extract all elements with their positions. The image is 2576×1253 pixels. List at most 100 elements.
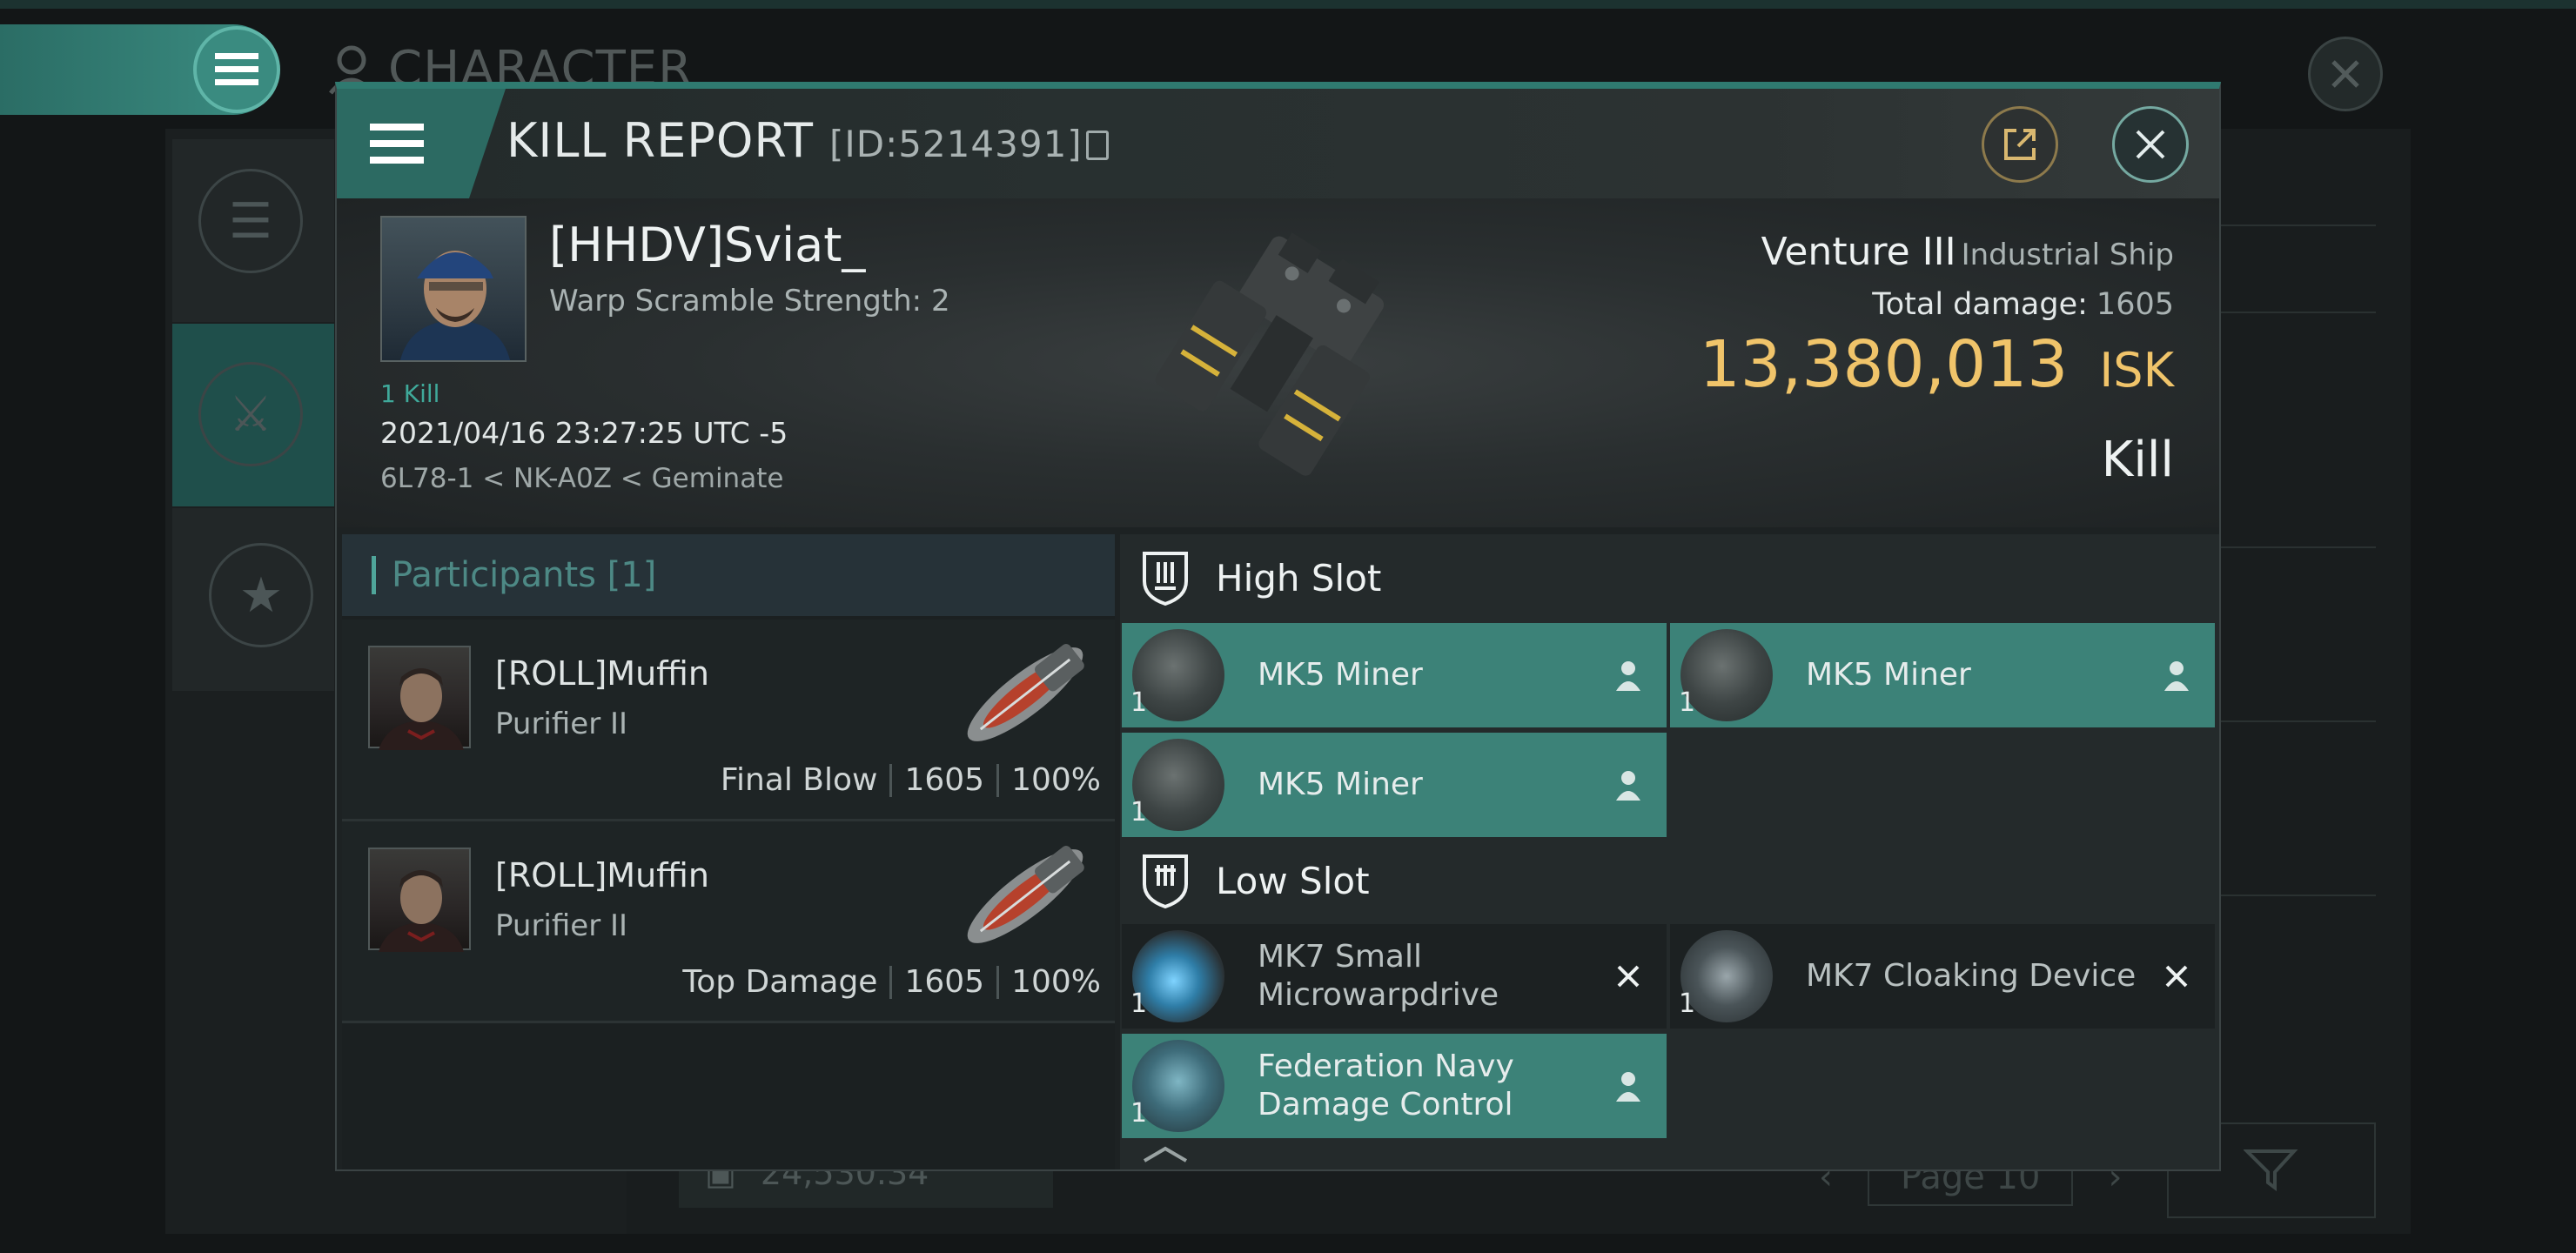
- high-slot-label: High Slot: [1216, 556, 1382, 600]
- filter-icon: [2244, 1149, 2298, 1191]
- close-icon: [2331, 60, 2359, 88]
- module-name-line: MK7 Cloaking Device: [1806, 958, 2137, 994]
- participant-ship-image: [951, 630, 1099, 759]
- kill-location[interactable]: 6L78-1 < NK-A0Z < Geminate: [380, 463, 783, 494]
- miner-module-icon: 1: [1130, 739, 1224, 831]
- participant-portrait[interactable]: [368, 848, 471, 952]
- person-icon: [1602, 1060, 1654, 1112]
- bg-close-button[interactable]: [2308, 37, 2383, 111]
- slot-shield-icon: [1141, 853, 1190, 909]
- module-name-line: Microwarpdrive: [1258, 977, 1499, 1013]
- fitting-item[interactable]: 1 MK5 Miner: [1670, 623, 2215, 727]
- dialog-title: KILL REPORT [ID:5214391]: [506, 113, 1109, 168]
- close-button[interactable]: [2112, 106, 2189, 183]
- participant-row[interactable]: [ROLL]Muffin Purifier II Top Damage 1605: [342, 821, 1115, 1023]
- header-accent-bar: [372, 556, 376, 594]
- miner-module-icon: 1: [1130, 629, 1224, 721]
- fitting-item[interactable]: 1 Federation Navy Damage Control: [1122, 1034, 1667, 1138]
- isk-value: 13,380,013: [1699, 327, 2069, 402]
- participant-stats: Top Damage 1605 100%: [682, 964, 1101, 1000]
- module-quantity: 1: [1130, 1098, 1148, 1129]
- participant-ship: Purifier II: [495, 908, 628, 943]
- participant-percent: 100%: [1011, 762, 1101, 798]
- pilot-portrait-image: [379, 870, 464, 952]
- fitting-item[interactable]: 1 MK5 Miner: [1122, 733, 1667, 837]
- participant-damage: 1605: [904, 964, 985, 1000]
- total-damage: Total damage: 1605: [1872, 287, 2174, 322]
- ship-name[interactable]: Venture III: [1761, 230, 1956, 274]
- close-icon: [2136, 130, 2165, 159]
- share-icon: [2004, 129, 2036, 160]
- module-quantity: 1: [1679, 988, 1696, 1019]
- person-icon: [1602, 759, 1654, 811]
- module-name: MK7 Small Microwarpdrive: [1258, 938, 1602, 1015]
- dialog-title-text: KILL REPORT: [506, 113, 814, 168]
- module-quantity: 1: [1130, 687, 1148, 718]
- hamburger-icon: [370, 124, 424, 164]
- victim-kill-count: 1 Kill: [380, 379, 440, 408]
- bg-sidebar-item-menu[interactable]: ☰: [172, 139, 334, 322]
- kill-summary: [HHDV]Sviat_ Warp Scramble Strength: 2 1…: [337, 198, 2219, 527]
- participants-header: Participants [1]: [342, 534, 1115, 616]
- participant-row[interactable]: [ROLL]Muffin Purifier II Final Blow 1605: [342, 620, 1115, 821]
- kill-id-text: [ID:5214391]: [828, 123, 1083, 165]
- participant-ship: Purifier II: [495, 707, 628, 741]
- module-name-line: Damage Control: [1258, 1087, 1513, 1122]
- person-icon: [2150, 649, 2203, 701]
- victim-name[interactable]: [HHDV]Sviat_: [549, 218, 865, 272]
- participants-panel: Participants [1] [ROLL]Muffin Purifier I…: [342, 534, 1115, 1169]
- fitting-item[interactable]: 1 MK7 Cloaking Device: [1670, 924, 2215, 1029]
- module-name: MK5 Miner: [1258, 657, 1423, 693]
- venture-ship-image: [1155, 232, 1385, 476]
- module-name: MK5 Miner: [1806, 657, 1971, 693]
- stat-separator: [889, 763, 893, 797]
- participant-portrait[interactable]: [368, 646, 471, 750]
- x-icon: [2150, 950, 2203, 1002]
- participant-ship-image: [951, 832, 1099, 961]
- victim-ship-image: [1107, 198, 1472, 520]
- top-accent-line: [0, 0, 2576, 9]
- module-quantity: 1: [1130, 988, 1148, 1019]
- participant-role: Top Damage: [682, 964, 878, 1000]
- victim-portrait[interactable]: [380, 216, 527, 362]
- module-quantity: 1: [1130, 797, 1148, 828]
- stat-separator: [889, 965, 893, 999]
- share-button[interactable]: [1982, 106, 2058, 183]
- kill-result: Kill: [2101, 432, 2174, 488]
- module-name: Federation Navy Damage Control: [1258, 1048, 1602, 1124]
- low-slot-label: Low Slot: [1216, 859, 1370, 902]
- next-slot-header-icon: [1141, 1143, 1190, 1169]
- pilot-portrait-image: [400, 251, 510, 360]
- bg-sidebar-item-combat[interactable]: ⚔: [172, 324, 334, 506]
- fitting-item[interactable]: 1 MK5 Miner: [1122, 623, 1667, 727]
- participant-name[interactable]: [ROLL]Muffin: [495, 654, 709, 693]
- total-damage-label: Total damage:: [1872, 287, 2088, 322]
- participant-damage: 1605: [904, 762, 985, 798]
- ship-class: Industrial Ship: [1961, 238, 2174, 272]
- total-damage-value: 1605: [2096, 287, 2174, 322]
- module-name-line: MK7 Small: [1258, 939, 1422, 975]
- module-name: MK5 Miner: [1258, 767, 1423, 802]
- bg-sidebar-item-rank[interactable]: ★: [172, 508, 334, 691]
- kill-report-dialog: KILL REPORT [ID:5214391] [HHDV]Sviat_ Wa…: [335, 82, 2221, 1171]
- copy-icon[interactable]: [1085, 131, 1109, 160]
- stat-separator: [996, 763, 1000, 797]
- module-quantity: 1: [1679, 687, 1696, 718]
- stat-separator: [996, 965, 1000, 999]
- participant-stats: Final Blow 1605 100%: [721, 762, 1101, 798]
- isk-value-row: 13,380,013 ISK: [1700, 327, 2174, 402]
- kill-datetime: 2021/04/16 23:27:25 UTC -5: [380, 416, 788, 450]
- miner-module-icon: 1: [1679, 629, 1773, 721]
- damage-control-module-icon: 1: [1130, 1040, 1224, 1132]
- cloaking-device-module-icon: 1: [1679, 930, 1773, 1022]
- module-name-line: Federation Navy: [1258, 1049, 1514, 1084]
- person-icon: [1602, 649, 1654, 701]
- fitting-item[interactable]: 1 MK7 Small Microwarpdrive: [1122, 924, 1667, 1029]
- kill-id: [ID:5214391]: [829, 123, 1109, 165]
- bg-menu-button[interactable]: [193, 26, 280, 113]
- participant-name[interactable]: [ROLL]Muffin: [495, 856, 709, 895]
- crossed-swords-icon: ⚔: [198, 362, 303, 466]
- slot-shield-icon: [1141, 550, 1190, 606]
- high-slot-header: High Slot: [1120, 534, 2219, 621]
- victim-warp-scramble: Warp Scramble Strength: 2: [549, 284, 950, 318]
